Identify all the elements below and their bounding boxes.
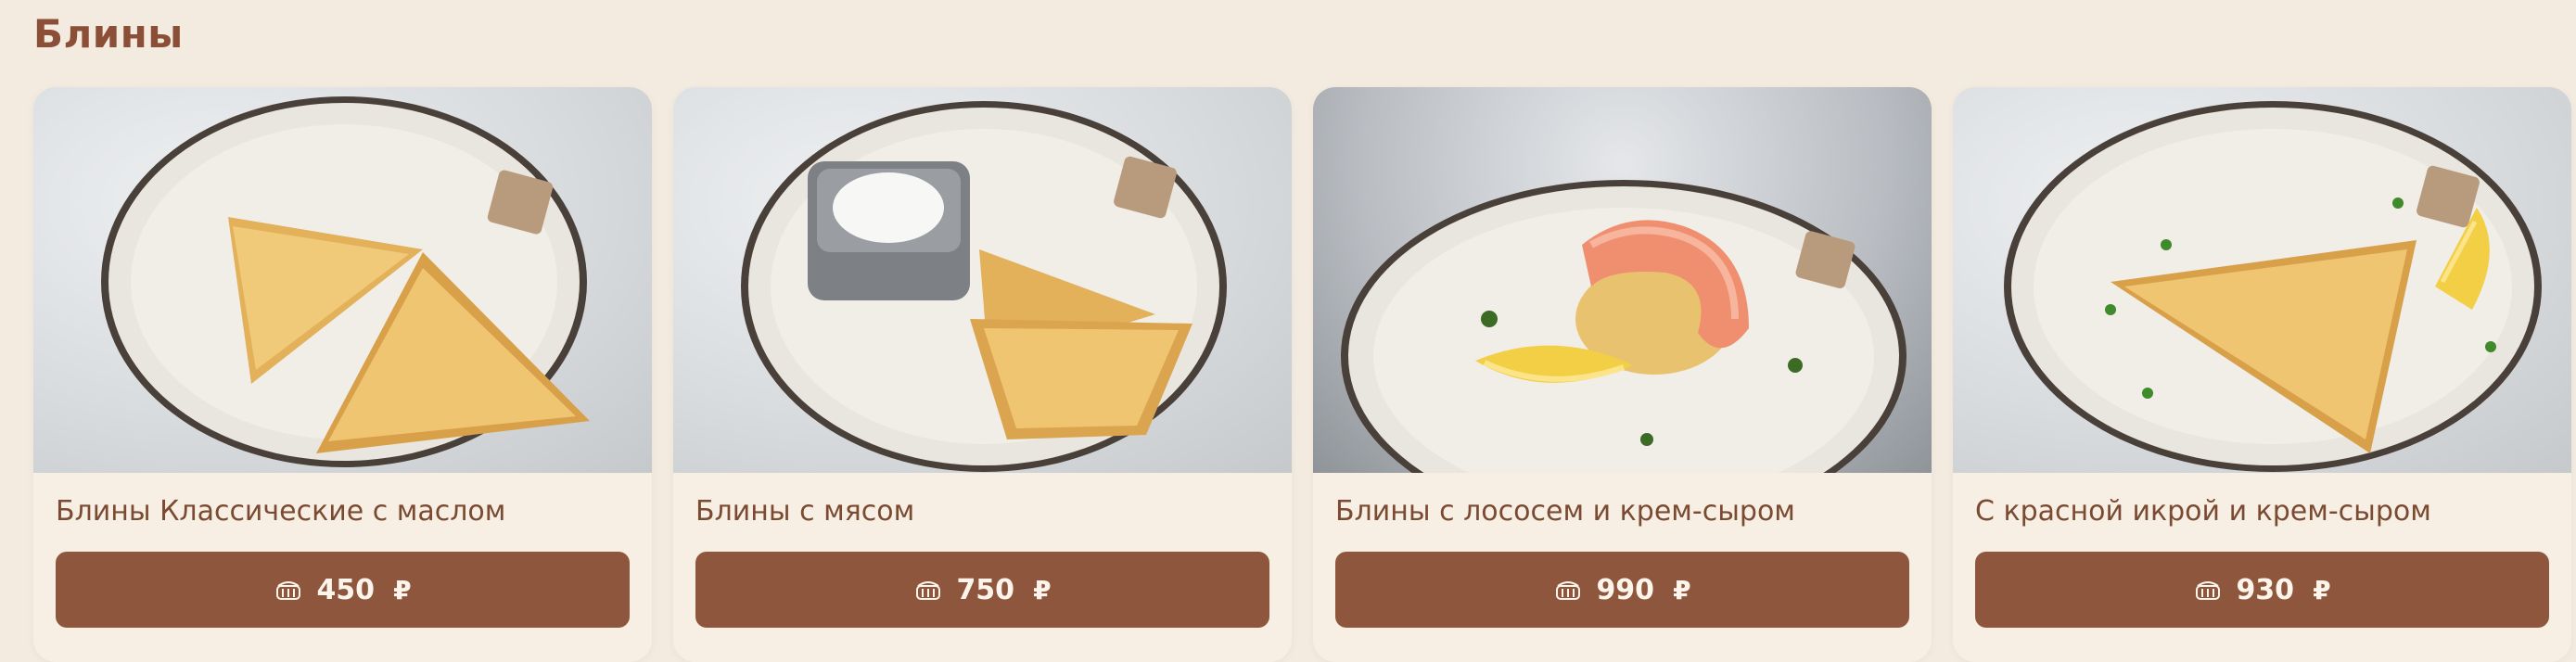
price-value: 450 <box>316 573 376 606</box>
product-name: Блины Классические с маслом <box>56 495 506 528</box>
add-to-cart-button[interactable]: 930 ₽ <box>1975 552 2549 628</box>
basket-icon <box>913 575 943 605</box>
product-photo[interactable] <box>33 87 652 473</box>
product-card[interactable]: Блины с мясом 750 ₽ <box>673 87 1292 662</box>
basket-icon <box>274 575 303 605</box>
product-photo[interactable] <box>1313 87 1932 473</box>
section-title: Блины <box>33 11 184 57</box>
price-value: 930 <box>2236 573 2295 606</box>
product-name: С красной икрой и крем-сыром <box>1975 495 2431 528</box>
currency-symbol: ₽ <box>393 574 412 605</box>
product-name: Блины с мясом <box>695 495 915 528</box>
product-card[interactable]: С красной икрой и крем-сыром 930 ₽ <box>1953 87 2571 662</box>
currency-symbol: ₽ <box>1033 574 1052 605</box>
product-card[interactable]: Блины с лососем и крем-сыром 990 ₽ <box>1313 87 1932 662</box>
currency-symbol: ₽ <box>2313 574 2331 605</box>
add-to-cart-button[interactable]: 450 ₽ <box>56 552 630 628</box>
price-value: 750 <box>956 573 1015 606</box>
product-grid: Блины Классические с маслом 450 ₽ Блины … <box>33 87 2571 662</box>
add-to-cart-button[interactable]: 990 ₽ <box>1335 552 1909 628</box>
product-photo[interactable] <box>1953 87 2571 473</box>
currency-symbol: ₽ <box>1673 574 1691 605</box>
product-photo[interactable] <box>673 87 1292 473</box>
basket-icon <box>2193 575 2223 605</box>
basket-icon <box>1553 575 1583 605</box>
product-name: Блины с лососем и крем-сыром <box>1335 495 1795 528</box>
price-value: 990 <box>1596 573 1655 606</box>
add-to-cart-button[interactable]: 750 ₽ <box>695 552 1269 628</box>
product-card[interactable]: Блины Классические с маслом 450 ₽ <box>33 87 652 662</box>
